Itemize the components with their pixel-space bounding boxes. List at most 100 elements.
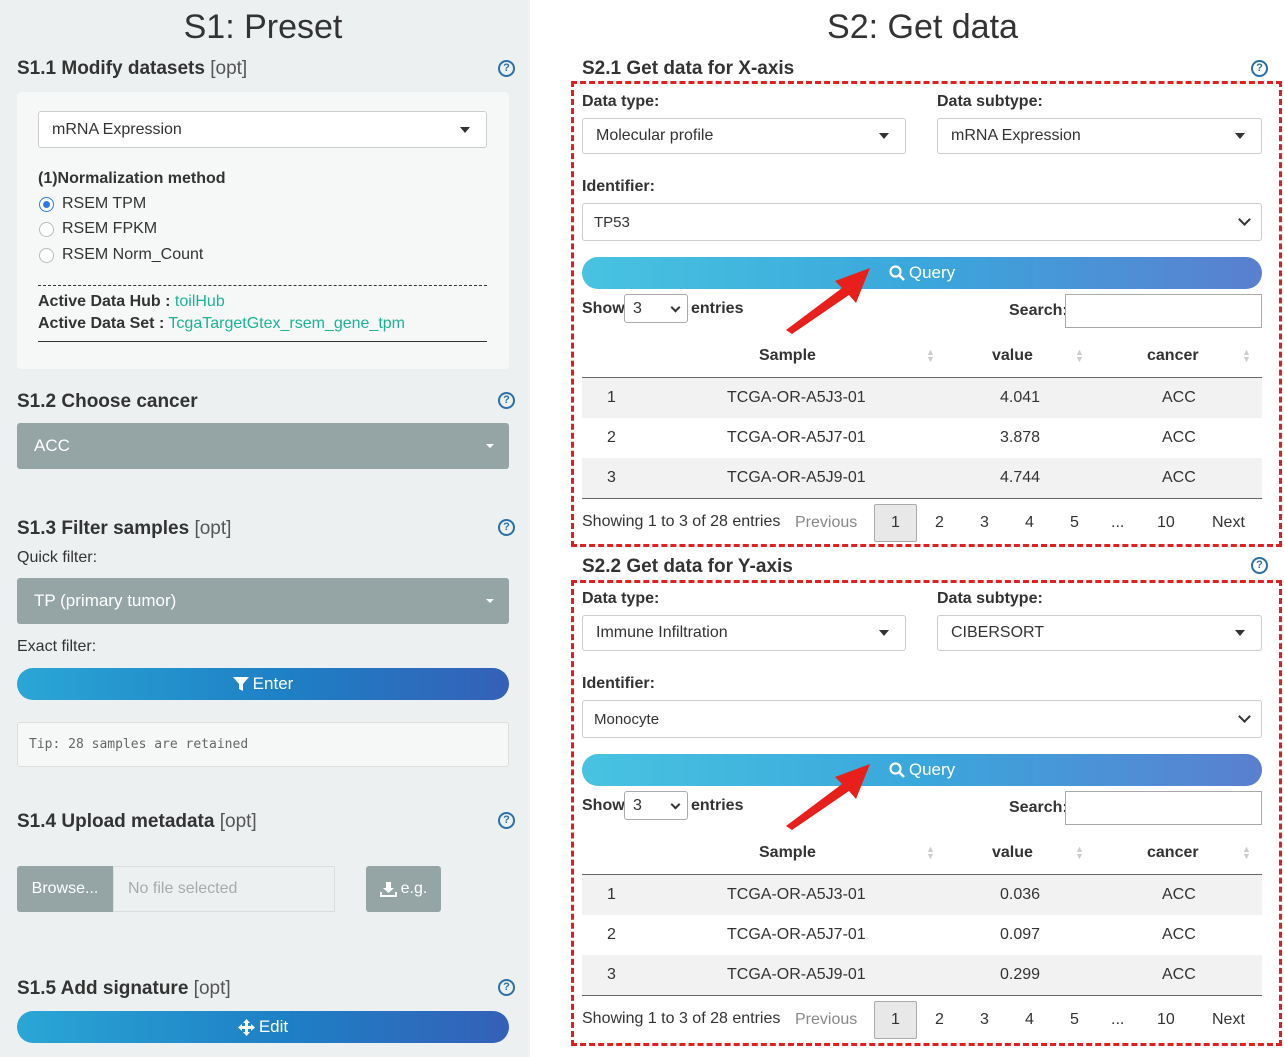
chevron-down-icon <box>670 302 681 312</box>
y-page-4[interactable]: 4 <box>1025 1011 1034 1029</box>
caret-down-icon <box>1235 133 1245 139</box>
s11-title: S1.1 Modify datasets [opt] <box>17 58 248 79</box>
y-identifier-select[interactable]: Monocyte <box>582 700 1262 738</box>
radio-unchecked-icon <box>39 247 54 263</box>
y-page-10[interactable]: 10 <box>1157 1011 1175 1029</box>
x-entries-select[interactable]: 3 <box>624 294 688 323</box>
y-page-3[interactable]: 3 <box>980 1011 989 1029</box>
x-page-1[interactable]: 1 <box>874 504 917 542</box>
x-data-type-select[interactable]: Molecular profile <box>582 118 906 154</box>
sort-icon: ▲ ▼ <box>926 844 935 861</box>
enter-button[interactable]: Enter <box>17 668 509 700</box>
sort-icon: ▲ ▼ <box>1075 347 1084 364</box>
help-icon[interactable]: ? <box>1251 557 1268 574</box>
table-row[interactable]: 1 TCGA-OR-A5J3-01 0.036 ACC <box>582 875 1262 915</box>
y-page-5[interactable]: 5 <box>1070 1011 1079 1029</box>
search-icon <box>889 265 905 281</box>
help-icon[interactable]: ? <box>498 979 515 996</box>
preset-title: S1: Preset <box>183 8 343 46</box>
arrow-annotation <box>786 268 870 334</box>
caret-down-icon <box>879 630 889 636</box>
x-query-button[interactable]: Query <box>582 257 1262 289</box>
table-row[interactable]: 2 TCGA-OR-A5J7-01 0.097 ACC <box>582 915 1262 955</box>
y-data-type-select[interactable]: Immune Infiltration <box>582 615 906 651</box>
quick-filter-select[interactable]: TP (primary tumor) <box>17 578 509 624</box>
table-row[interactable]: 3 TCGA-OR-A5J9-01 0.299 ACC <box>582 955 1262 995</box>
help-icon[interactable]: ? <box>498 60 515 77</box>
x-data-subtype-select[interactable]: mRNA Expression <box>937 118 1262 154</box>
s14-title: S1.4 Upload metadata [opt] <box>17 811 257 832</box>
x-next-button[interactable]: Next <box>1212 514 1245 532</box>
y-search-input[interactable] <box>1065 791 1262 825</box>
y-header-sample[interactable]: Sample <box>759 844 816 862</box>
y-query-button[interactable]: Query <box>582 754 1262 786</box>
divider <box>38 285 487 286</box>
sort-icon: ▲ ▼ <box>1242 844 1251 861</box>
preset-panel: S1: Preset S1.1 Modify datasets [opt] ? … <box>0 0 530 1057</box>
browse-button[interactable]: Browse... <box>17 866 113 912</box>
caret-down-icon <box>486 444 494 448</box>
x-header-value[interactable]: value <box>992 347 1033 365</box>
table-row[interactable]: 2 TCGA-OR-A5J7-01 3.878 ACC <box>582 418 1262 458</box>
x-page-4[interactable]: 4 <box>1025 514 1034 532</box>
sort-icon: ▲ ▼ <box>1242 347 1251 364</box>
y-header-cancer[interactable]: cancer <box>1147 844 1199 862</box>
dataset-select[interactable]: mRNA Expression <box>38 111 487 148</box>
radio-rsem-norm-count[interactable]: RSEM Norm_Count <box>39 246 203 264</box>
caret-down-icon <box>460 126 470 133</box>
download-icon <box>379 881 397 897</box>
x-show-label: Show <box>582 300 625 317</box>
y-show-label: Show <box>582 797 625 814</box>
y-page-1[interactable]: 1 <box>874 1001 917 1039</box>
help-icon[interactable]: ? <box>498 392 515 409</box>
chevron-down-icon <box>1238 213 1251 226</box>
move-icon <box>237 1018 255 1036</box>
s22-title: S2.2 Get data for Y-axis <box>582 556 793 577</box>
radio-rsem-tpm[interactable]: RSEM TPM <box>39 195 146 213</box>
help-icon[interactable]: ? <box>1251 60 1268 77</box>
y-data-subtype-select[interactable]: CIBERSORT <box>937 615 1262 651</box>
help-icon[interactable]: ? <box>498 519 515 536</box>
samples-tip: Tip: 28 samples are retained <box>17 722 509 767</box>
x-identifier-label: Identifier: <box>582 178 655 195</box>
s21-title: S2.1 Get data for X-axis <box>582 58 795 79</box>
table-row[interactable]: 3 TCGA-OR-A5J9-01 4.744 ACC <box>582 458 1262 498</box>
exact-filter-label: Exact filter: <box>17 638 97 655</box>
radio-checked-icon <box>39 196 54 212</box>
y-page-2[interactable]: 2 <box>935 1011 944 1029</box>
y-entries-label: entries <box>691 797 744 814</box>
table-row[interactable]: 1 TCGA-OR-A5J3-01 4.041 ACC <box>582 378 1262 418</box>
x-header-cancer[interactable]: cancer <box>1147 347 1199 365</box>
x-search-input[interactable] <box>1065 294 1262 328</box>
x-header-sample[interactable]: Sample <box>759 347 816 365</box>
chevron-down-icon <box>1238 710 1251 723</box>
caret-down-icon <box>1235 630 1245 636</box>
y-identifier-label: Identifier: <box>582 675 655 692</box>
x-page-5[interactable]: 5 <box>1070 514 1079 532</box>
y-next-button[interactable]: Next <box>1212 1011 1245 1029</box>
x-page-10[interactable]: 10 <box>1157 514 1175 532</box>
active-dataset: Active Data Set : TcgaTargetGtex_rsem_ge… <box>38 315 405 332</box>
x-page-3[interactable]: 3 <box>980 514 989 532</box>
y-previous-button[interactable]: Previous <box>795 1011 857 1029</box>
dataset-panel: mRNA Expression (1)Normalization method … <box>17 92 509 369</box>
search-icon <box>889 762 905 778</box>
help-icon[interactable]: ? <box>498 812 515 829</box>
sort-icon: ▲ ▼ <box>926 347 935 364</box>
caret-down-icon <box>486 599 494 603</box>
x-page-2[interactable]: 2 <box>935 514 944 532</box>
s13-title: S1.3 Filter samples [opt] <box>17 518 232 539</box>
radio-rsem-fpkm[interactable]: RSEM FPKM <box>39 220 157 238</box>
sort-icon: ▲ ▼ <box>1075 844 1084 861</box>
file-name-field[interactable]: No file selected <box>113 866 335 912</box>
example-download-button[interactable]: e.g. <box>366 866 441 912</box>
x-data-subtype-label: Data subtype: <box>937 93 1043 110</box>
x-identifier-select[interactable]: TP53 <box>582 203 1262 241</box>
y-header-value[interactable]: value <box>992 844 1033 862</box>
y-data-subtype-label: Data subtype: <box>937 590 1043 607</box>
y-entries-select[interactable]: 3 <box>624 791 688 820</box>
x-previous-button[interactable]: Previous <box>795 514 857 532</box>
x-table-info: Showing 1 to 3 of 28 entries <box>582 513 781 530</box>
edit-signature-button[interactable]: Edit <box>17 1011 509 1043</box>
cancer-select[interactable]: ACC <box>17 423 509 469</box>
